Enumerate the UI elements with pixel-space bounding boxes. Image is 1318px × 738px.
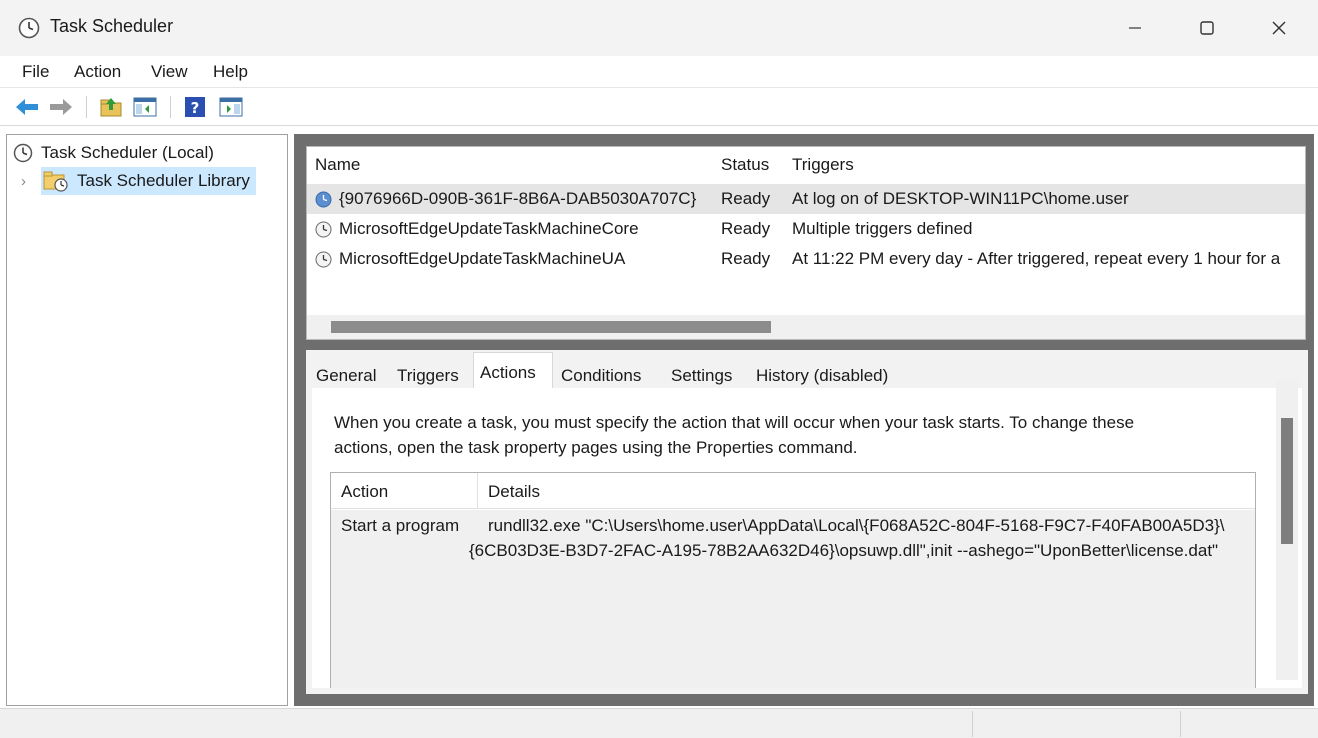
back-arrow-icon xyxy=(16,99,38,115)
help-icon: ? xyxy=(185,97,205,117)
task-status: Ready xyxy=(721,249,771,268)
maximize-button[interactable] xyxy=(1172,0,1242,56)
task-name: {9076966D-090B-361F-8B6A-DAB5030A707C} xyxy=(339,189,697,208)
actions-info-text: When you create a task, you must specify… xyxy=(334,410,1264,460)
action-type: Start a program xyxy=(341,516,460,535)
tree-selection-highlight: Task Scheduler Library xyxy=(41,167,256,195)
maximize-icon xyxy=(1200,21,1214,35)
table-row[interactable]: Start a program rundll32.exe "C:\Users\h… xyxy=(331,510,1255,688)
status-bar xyxy=(0,708,1318,738)
menu-action[interactable]: Action xyxy=(74,62,121,82)
table-row[interactable]: MicrosoftEdgeUpdateTaskMachineUA Ready A… xyxy=(307,244,1305,274)
minimize-button[interactable] xyxy=(1100,0,1170,56)
table-row[interactable]: {9076966D-090B-361F-8B6A-DAB5030A707C} R… xyxy=(307,184,1305,214)
up-one-level-button[interactable] xyxy=(98,94,124,120)
task-clock-icon xyxy=(315,221,332,238)
task-triggers: At log on of DESKTOP-WIN11PC\home.user xyxy=(792,189,1129,208)
column-header-status[interactable]: Status xyxy=(721,155,769,175)
status-bar-divider xyxy=(972,711,973,737)
task-detail-pane: General Triggers Actions Conditions Sett… xyxy=(306,350,1308,694)
chevron-right-icon[interactable]: › xyxy=(21,173,41,190)
console-tree: Task Scheduler (Local) › Task Scheduler … xyxy=(6,134,288,706)
actions-table: Action Details Start a program rundll32.… xyxy=(330,472,1256,688)
tree-item-library[interactable]: › Task Scheduler Library xyxy=(21,167,256,195)
task-status: Ready xyxy=(721,219,771,238)
minimize-icon xyxy=(1129,27,1141,29)
column-header-name[interactable]: Name xyxy=(315,155,360,175)
show-hide-console-tree-icon xyxy=(133,97,157,117)
menu-bar: File Action View Help xyxy=(0,56,1318,88)
tab-history[interactable]: History (disabled) xyxy=(756,366,888,386)
column-header-action[interactable]: Action xyxy=(341,482,388,502)
actions-tab-content: When you create a task, you must specify… xyxy=(312,388,1302,688)
task-triggers: At 11:22 PM every day - After triggered,… xyxy=(792,249,1281,268)
toolbar-separator xyxy=(170,96,171,118)
title-bar: Task Scheduler xyxy=(0,0,1318,56)
tab-settings[interactable]: Settings xyxy=(671,366,732,386)
task-clock-icon xyxy=(315,191,332,208)
toolbar-separator xyxy=(86,96,87,118)
column-header-details[interactable]: Details xyxy=(488,482,540,502)
folder-clock-icon xyxy=(43,171,68,192)
menu-view[interactable]: View xyxy=(151,62,188,82)
tab-actions[interactable]: Actions xyxy=(480,363,536,383)
menu-file[interactable]: File xyxy=(22,62,49,82)
column-divider[interactable] xyxy=(477,473,478,509)
clock-icon xyxy=(13,143,33,163)
action-details-line: {6CB03D3E-B3D7-2FAC-A195-78B2AA632D46}\o… xyxy=(469,541,1219,560)
task-name: MicrosoftEdgeUpdateTaskMachineCore xyxy=(339,219,639,238)
status-bar-divider xyxy=(1180,711,1181,737)
toolbar: ? xyxy=(0,88,1318,126)
actions-info-line: actions, open the task property pages us… xyxy=(334,438,858,457)
tab-conditions[interactable]: Conditions xyxy=(561,366,641,386)
menu-help[interactable]: Help xyxy=(213,62,248,82)
svg-text:?: ? xyxy=(191,99,200,117)
help-button[interactable]: ? xyxy=(182,94,208,120)
back-button[interactable] xyxy=(14,94,40,120)
close-button[interactable] xyxy=(1244,0,1314,56)
show-hide-action-pane-button[interactable] xyxy=(218,94,244,120)
column-header-triggers[interactable]: Triggers xyxy=(792,155,854,175)
actions-info-line: When you create a task, you must specify… xyxy=(334,413,1135,432)
task-list: Name Status Triggers {9076966D-090B-361F… xyxy=(306,146,1306,340)
horizontal-scrollbar-thumb[interactable] xyxy=(331,321,771,333)
tree-root-label: Task Scheduler (Local) xyxy=(41,143,214,162)
task-status: Ready xyxy=(721,189,771,208)
task-scheduler-clock-icon xyxy=(18,17,40,39)
tree-library-label: Task Scheduler Library xyxy=(77,171,250,190)
tab-general[interactable]: General xyxy=(316,366,376,386)
action-details-line: rundll32.exe "C:\Users\home.user\AppData… xyxy=(488,516,1225,535)
window-title: Task Scheduler xyxy=(50,16,174,36)
task-clock-icon xyxy=(315,251,332,268)
actions-table-header: Action Details xyxy=(331,473,1255,509)
folder-up-icon xyxy=(100,98,122,117)
task-name: MicrosoftEdgeUpdateTaskMachineUA xyxy=(339,249,626,268)
table-row[interactable]: MicrosoftEdgeUpdateTaskMachineCore Ready… xyxy=(307,214,1305,244)
task-triggers: Multiple triggers defined xyxy=(792,219,973,238)
vertical-scrollbar-thumb[interactable] xyxy=(1281,418,1293,544)
tree-item-root[interactable]: Task Scheduler (Local) xyxy=(13,139,214,167)
forward-button[interactable] xyxy=(48,94,74,120)
tab-triggers[interactable]: Triggers xyxy=(397,366,459,386)
close-icon xyxy=(1272,21,1286,35)
show-hide-action-pane-icon xyxy=(219,97,243,117)
show-hide-console-tree-button[interactable] xyxy=(132,94,158,120)
forward-arrow-icon xyxy=(50,99,72,115)
